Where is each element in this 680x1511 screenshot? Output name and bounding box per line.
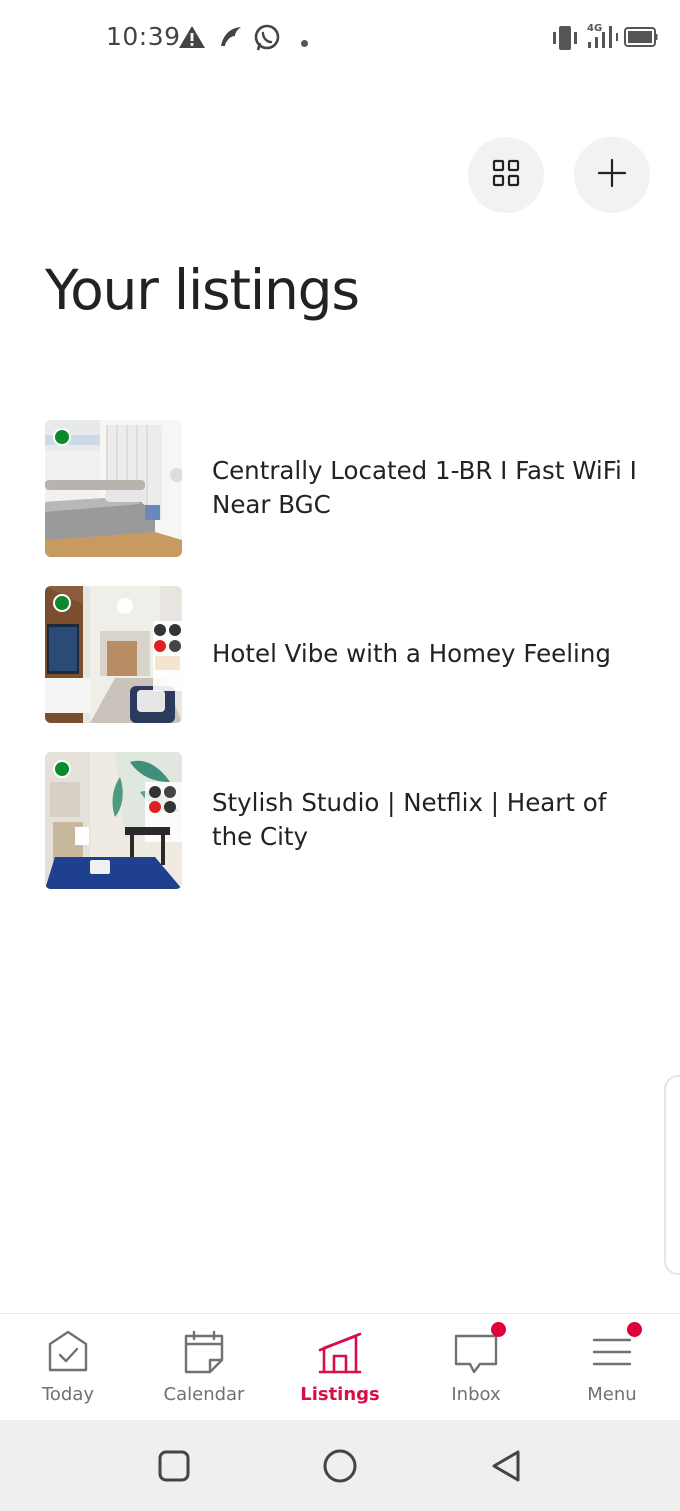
bird-app-icon xyxy=(217,24,243,54)
nav-item-calendar[interactable]: Calendar xyxy=(136,1314,272,1420)
system-nav-bar xyxy=(0,1420,680,1511)
side-panel-handle[interactable] xyxy=(664,1075,680,1275)
grid-view-button[interactable] xyxy=(468,137,544,213)
nav-label: Listings xyxy=(300,1384,380,1405)
back-icon[interactable] xyxy=(488,1448,524,1484)
status-indicator xyxy=(55,762,69,776)
whatsapp-icon xyxy=(253,24,281,56)
nav-label: Inbox xyxy=(451,1384,501,1405)
status-bar: 10:39 4G xyxy=(0,0,680,78)
nav-item-inbox[interactable]: Inbox xyxy=(408,1314,544,1420)
plus-icon xyxy=(597,158,627,192)
listing-title: Stylish Studio | Netflix | Heart of the … xyxy=(212,788,607,851)
listing-photo xyxy=(45,586,182,723)
nav-label: Menu xyxy=(587,1384,637,1405)
listings-icon xyxy=(316,1328,364,1376)
battery-icon xyxy=(624,26,658,52)
status-indicator xyxy=(55,430,69,444)
listing-title: Centrally Located 1-BR I Fast WiFi I Nea… xyxy=(212,456,637,519)
recents-icon[interactable] xyxy=(156,1448,192,1484)
notification-badge xyxy=(491,1322,506,1337)
listing-item[interactable]: Hotel Vibe with a Homey Feeling xyxy=(45,586,645,723)
listing-item[interactable]: Centrally Located 1-BR I Fast WiFi I Nea… xyxy=(45,420,645,557)
nav-label: Calendar xyxy=(163,1384,245,1405)
status-time: 10:39 xyxy=(106,22,181,51)
warning-icon xyxy=(178,24,206,54)
home-icon[interactable] xyxy=(322,1448,358,1484)
listing-item[interactable]: Stylish Studio | Netflix | Heart of the … xyxy=(45,752,645,889)
status-indicator xyxy=(55,596,69,610)
svg-text:4G: 4G xyxy=(587,23,602,34)
notification-badge xyxy=(627,1322,642,1337)
nav-label: Today xyxy=(41,1384,95,1405)
nav-item-menu[interactable]: Menu xyxy=(544,1314,680,1420)
dot-icon xyxy=(300,33,309,52)
vibrate-icon xyxy=(551,24,579,56)
grid-icon xyxy=(491,158,521,192)
signal-4g-icon: 4G xyxy=(586,20,622,56)
page-title: Your listings xyxy=(45,258,360,322)
listing-photo xyxy=(45,420,182,557)
listing-title: Hotel Vibe with a Homey Feeling xyxy=(212,639,611,668)
nav-item-listings[interactable]: Listings xyxy=(272,1314,408,1420)
add-listing-button[interactable] xyxy=(574,137,650,213)
listing-photo xyxy=(45,752,182,889)
calendar-icon xyxy=(180,1328,228,1376)
today-icon xyxy=(44,1328,92,1376)
bottom-nav: Today Calendar Listings Inbox Menu xyxy=(0,1313,680,1419)
nav-item-today[interactable]: Today xyxy=(0,1314,136,1420)
